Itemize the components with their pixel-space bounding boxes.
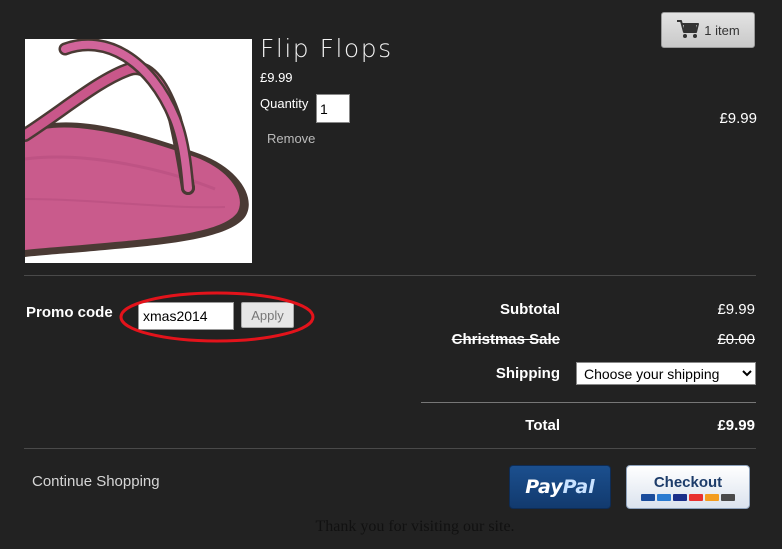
shipping-select[interactable]: Choose your shipping <box>576 362 756 385</box>
divider <box>24 275 756 276</box>
product-image[interactable] <box>25 39 252 263</box>
quantity-label: Quantity <box>260 96 309 111</box>
thank-you-message: Thank you for visiting our site. <box>315 518 515 535</box>
cart-count-label: 1 item <box>704 22 740 38</box>
remove-link[interactable]: Remove <box>267 131 315 146</box>
subtotal-value: £9.99 <box>717 301 755 318</box>
paypal-card-icon <box>641 493 655 501</box>
totals-divider <box>421 402 756 403</box>
cart-button[interactable]: 1 item <box>661 12 755 48</box>
discount-label: Christmas Sale <box>451 331 560 348</box>
shipping-label: Shipping <box>495 365 560 382</box>
total-value: £9.99 <box>717 417 755 434</box>
paypal-button[interactable]: Pay Pal <box>509 465 611 509</box>
paypal-pay-text: Pay <box>525 476 563 498</box>
echeck-icon <box>721 493 735 501</box>
total-label: Total <box>525 417 560 434</box>
apply-button[interactable]: Apply <box>241 302 294 328</box>
checkout-label: Checkout <box>653 473 723 491</box>
checkout-button[interactable]: Checkout <box>626 465 750 509</box>
quantity-input[interactable] <box>316 94 350 123</box>
continue-shopping-link[interactable]: Continue Shopping <box>32 473 160 490</box>
subtotal-label: Subtotal <box>500 301 560 318</box>
discover-card-icon <box>705 493 719 501</box>
paypal-pal-text: Pal <box>562 476 595 498</box>
divider <box>24 448 756 449</box>
cart-icon <box>676 19 700 42</box>
discount-value: £0.00 <box>717 331 755 348</box>
product-price: £9.99 <box>260 70 293 85</box>
line-total: £9.99 <box>719 110 757 127</box>
amex-card-icon <box>657 493 671 501</box>
mastercard-icon <box>689 493 703 501</box>
visa-card-icon <box>673 493 687 501</box>
product-title[interactable]: Flip Flops <box>260 34 393 63</box>
card-logos <box>641 493 735 501</box>
promo-code-input[interactable] <box>138 302 234 330</box>
promo-label: Promo code <box>26 304 113 321</box>
